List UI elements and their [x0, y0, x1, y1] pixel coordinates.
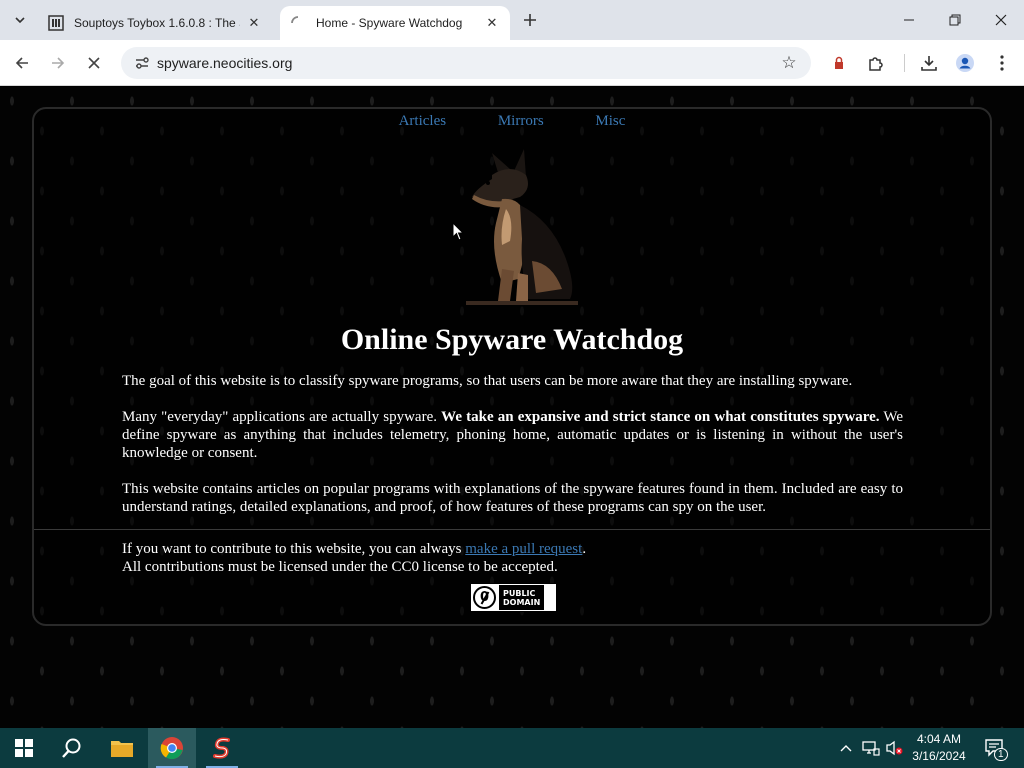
license-text: All contributions must be licensed under…: [122, 559, 558, 575]
arrow-left-icon: [15, 57, 28, 69]
restore-icon: [949, 14, 961, 26]
search-icon: [62, 738, 81, 758]
taskbar-souptoys[interactable]: [198, 728, 246, 768]
intro-paragraph: The goal of this website is to classify …: [122, 373, 853, 389]
contribution-note: If you want to contribute to this websit…: [122, 540, 903, 576]
extension-lock-icon[interactable]: [826, 50, 852, 76]
arrow-right-icon: [52, 57, 65, 69]
taskbar-search-button[interactable]: [48, 728, 96, 768]
site-info-icon[interactable]: [127, 55, 157, 71]
definition-text: Many "everyday" applications are actuall…: [122, 409, 442, 425]
address-bar[interactable]: spyware.neocities.org ☆: [121, 47, 811, 79]
badge-label: PUBLIC DOMAIN: [499, 585, 545, 610]
back-button[interactable]: [8, 49, 36, 77]
pull-request-link[interactable]: make a pull request: [465, 541, 582, 557]
content-panel: Articles Mirrors Misc Online Spyware Wat…: [32, 107, 992, 626]
contribution-text: If you want to contribute to this websit…: [122, 541, 466, 557]
tray-overflow-chevron-icon[interactable]: [836, 728, 856, 768]
taskbar-file-explorer[interactable]: [98, 728, 146, 768]
stop-loading-button[interactable]: [80, 49, 108, 77]
souptoys-s-icon: [213, 737, 230, 759]
page-viewport: Articles Mirrors Misc Online Spyware Wat…: [0, 87, 1024, 728]
close-icon: [995, 14, 1007, 26]
folder-icon: [111, 741, 133, 757]
section-divider: [34, 529, 990, 530]
download-icon[interactable]: [916, 50, 942, 76]
nav-mirrors-link[interactable]: Mirrors: [498, 113, 544, 130]
nav-misc-link[interactable]: Misc: [595, 113, 625, 130]
site-nav: Articles Mirrors Misc: [34, 113, 990, 130]
nav-articles-link[interactable]: Articles: [399, 113, 446, 130]
clock-date: 3/16/2024: [912, 749, 966, 763]
minimize-button[interactable]: [886, 0, 932, 40]
system-clock[interactable]: 4:04 AM 3/16/2024: [904, 731, 974, 765]
plus-icon: [524, 14, 536, 26]
cc0-icon: 0: [473, 586, 496, 609]
chevron-down-icon: [15, 17, 25, 24]
minimize-icon: [904, 19, 914, 21]
contribution-period: .: [582, 541, 587, 557]
url-text: spyware.neocities.org: [157, 55, 293, 71]
volume-muted-icon[interactable]: [884, 728, 906, 768]
windows-taskbar: 4:04 AM 3/16/2024 1: [0, 728, 1024, 768]
notification-count-badge: 1: [994, 748, 1008, 761]
bookmark-star-icon[interactable]: ☆: [775, 53, 803, 73]
forward-button[interactable]: [44, 49, 72, 77]
browser-tab-bar: Souptoys Toybox 1.6.0.8 : The S ✕ Home -…: [0, 0, 1024, 40]
clock-time: 4:04 AM: [916, 732, 962, 746]
tab-title: Home - Spyware Watchdog: [316, 16, 463, 30]
tab-souptoys[interactable]: Souptoys Toybox 1.6.0.8 : The S ✕: [38, 6, 272, 40]
notification-center-button[interactable]: 1: [980, 728, 1010, 768]
tab-title: Souptoys Toybox 1.6.0.8 : The S: [74, 16, 240, 30]
public-domain-badge[interactable]: 0 PUBLIC DOMAIN: [470, 583, 557, 612]
extensions-puzzle-icon[interactable]: [863, 50, 889, 76]
close-icon: [88, 57, 100, 69]
badge-label-line2: DOMAIN: [503, 597, 541, 607]
restore-button[interactable]: [932, 0, 978, 40]
watchdog-logo-icon: [466, 149, 578, 305]
windows-logo-icon: [15, 739, 33, 757]
tab-close-icon[interactable]: ✕: [484, 15, 500, 31]
definition-emphasis: We take an expansive and strict stance o…: [441, 409, 880, 425]
browser-toolbar: spyware.neocities.org ☆: [0, 40, 1024, 86]
toolbar-separator: [904, 54, 905, 72]
mouse-cursor-icon: [452, 222, 464, 241]
chrome-icon: [160, 737, 183, 760]
kebab-menu-icon[interactable]: [989, 50, 1015, 76]
badge-label-line1: PUBLIC: [503, 588, 536, 598]
tab-spyware-watchdog[interactable]: Home - Spyware Watchdog ✕: [280, 6, 510, 40]
start-button[interactable]: [0, 728, 48, 768]
taskbar-chrome[interactable]: [148, 728, 196, 768]
new-tab-button[interactable]: [518, 8, 542, 32]
close-window-button[interactable]: [978, 0, 1024, 40]
loading-spinner-icon: [290, 15, 306, 31]
tab-close-icon[interactable]: ✕: [246, 15, 262, 31]
tab-search-button[interactable]: [8, 8, 32, 32]
definition-paragraph: Many "everyday" applications are actuall…: [122, 408, 903, 462]
network-icon[interactable]: [860, 728, 882, 768]
toybox-favicon-icon: [48, 15, 64, 31]
contents-paragraph: This website contains articles on popula…: [122, 481, 903, 515]
profile-avatar-icon[interactable]: [952, 50, 978, 76]
page-title: Online Spyware Watchdog: [340, 323, 684, 356]
